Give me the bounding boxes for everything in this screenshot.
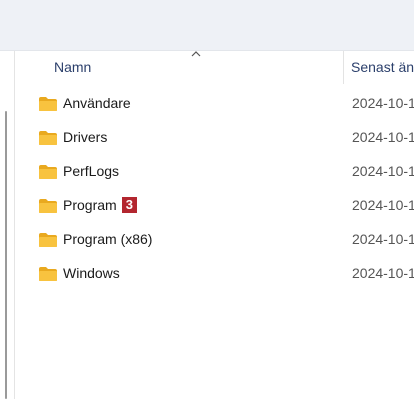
file-name-text: Program [63, 197, 117, 213]
date-modified: 2024-10-1 [352, 129, 414, 145]
scrollbar[interactable] [5, 111, 7, 399]
folder-icon [39, 97, 57, 111]
column-header-date-modified[interactable]: Senast änd [351, 59, 414, 75]
file-list: Användare 2024-10-1 Drivers 2024-10-1 Pe… [15, 86, 414, 290]
file-name-text: Program (x86) [63, 231, 153, 247]
column-divider[interactable] [343, 51, 344, 84]
file-name: Program 3 [63, 197, 137, 213]
folder-icon [39, 233, 57, 247]
file-name: PerfLogs [63, 163, 119, 179]
folder-icon [39, 165, 57, 179]
file-name-text: Drivers [63, 129, 108, 145]
address-bar-area [0, 0, 414, 51]
file-name-text: PerfLogs [63, 163, 120, 179]
folder-icon [39, 199, 57, 213]
file-list-item[interactable]: PerfLogs 2024-10-1 [15, 154, 414, 188]
file-list-item[interactable]: Drivers 2024-10-1 [15, 120, 414, 154]
file-list-item[interactable]: Program (x86) 2024-10-1 [15, 222, 414, 256]
folder-icon [39, 267, 57, 281]
column-header-name[interactable]: Namn [54, 59, 91, 75]
file-name: Windows [63, 265, 120, 281]
date-modified: 2024-10-1 [352, 163, 414, 179]
date-modified: 2024-10-1 [352, 265, 414, 281]
folder-icon [39, 131, 57, 145]
date-modified: 2024-10-1 [352, 95, 414, 111]
sort-ascending-icon [191, 51, 201, 57]
file-name: Drivers [63, 129, 107, 145]
file-list-item[interactable]: Användare 2024-10-1 [15, 86, 414, 120]
file-list-item[interactable]: Program 3 2024-10-1 [15, 188, 414, 222]
file-list-item[interactable]: Windows 2024-10-1 [15, 256, 414, 290]
file-name: Program (x86) [63, 231, 152, 247]
file-name-text: Användare [63, 95, 131, 111]
file-name: Användare [63, 95, 131, 111]
annotation-badge: 3 [121, 197, 137, 213]
navigation-pane [0, 51, 15, 399]
file-name-text: Windows [63, 265, 120, 281]
column-header-row: Namn Senast änd [15, 51, 414, 84]
date-modified: 2024-10-1 [352, 197, 414, 213]
date-modified: 2024-10-1 [352, 231, 414, 247]
